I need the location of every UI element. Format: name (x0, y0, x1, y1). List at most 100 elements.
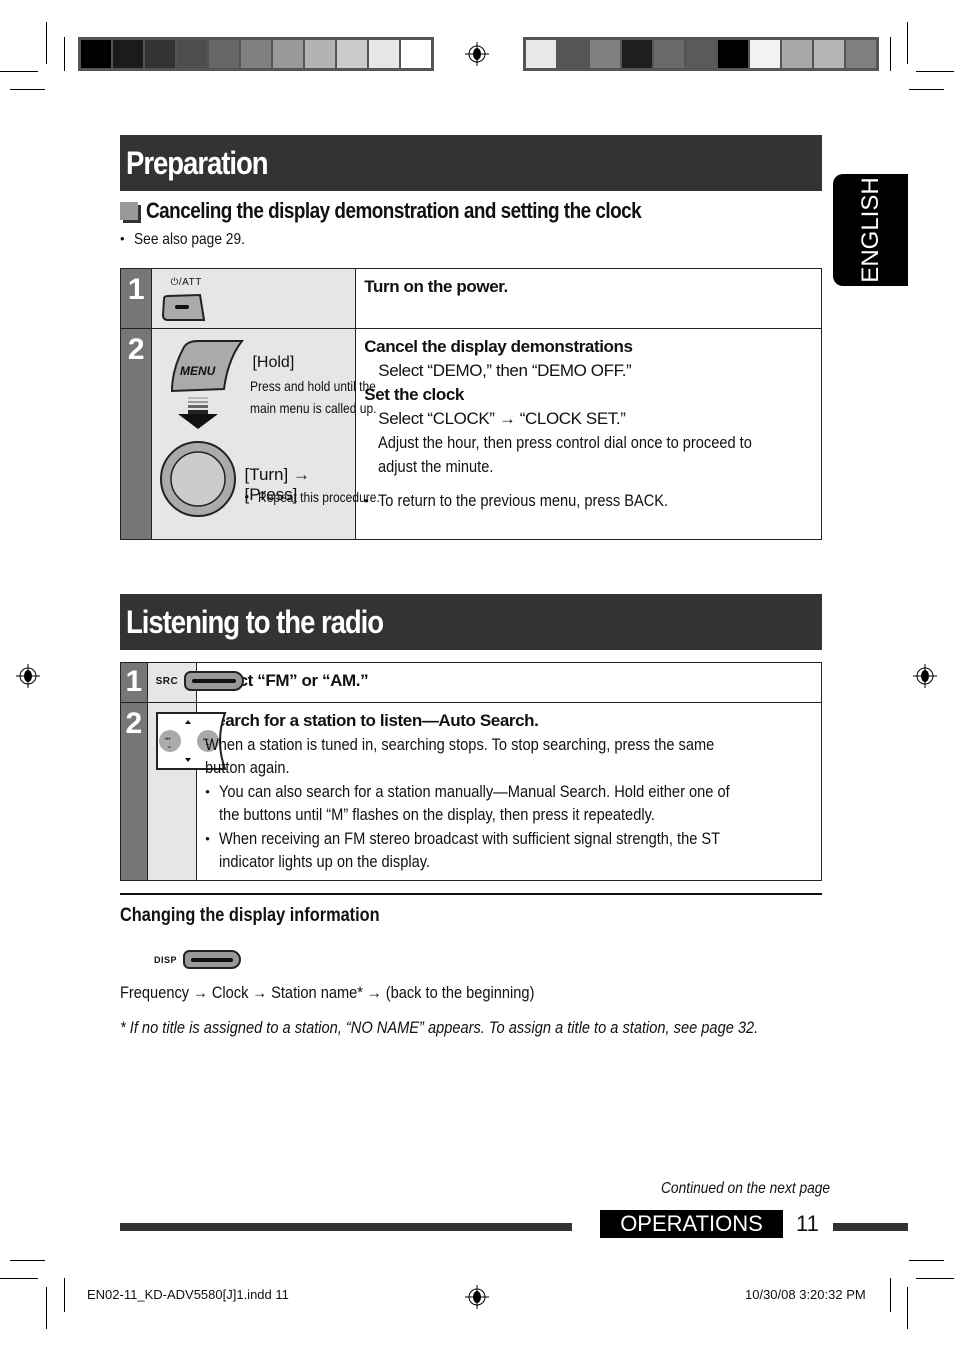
crop-mark (64, 37, 65, 71)
color-swatch (113, 40, 143, 68)
menu-button-icon: MENU (171, 340, 245, 393)
step-heading: Turn on the power. (364, 277, 508, 296)
step-line: When a station is tuned in, searching st… (205, 733, 813, 757)
preparation-steps-table: 1 ⏻/ATT Turn on the power. 2 MENU [Hold]… (119, 268, 822, 540)
square-bullet-icon (120, 202, 138, 220)
crop-mark (890, 37, 891, 71)
step-row: 2 MENU [Hold] Press and hold until the m… (119, 328, 822, 540)
display-info-heading-text: Changing the display information (120, 905, 380, 926)
step-illustration: SRC (146, 662, 244, 703)
footer-bar-left (120, 1223, 572, 1231)
see-also-note: See also page 29. (120, 231, 954, 249)
crop-mark (46, 22, 47, 64)
color-swatch (145, 40, 175, 68)
footnote-text: * If no title is assigned to a station, … (120, 1018, 759, 1037)
color-swatch (846, 40, 876, 68)
color-swatch (369, 40, 399, 68)
step-line-text: button again. (205, 758, 290, 777)
step-line-text: adjust the minute. (378, 457, 494, 476)
arrow-down-icon (178, 397, 219, 429)
color-swatch (81, 40, 111, 68)
language-tab: ENGLISH (833, 174, 908, 286)
step-text: Select “FM” or “AM.” (196, 662, 822, 703)
disp-button-icon (183, 950, 241, 969)
step-bullet: To return to the previous menu, press BA… (364, 489, 813, 513)
registration-mark-icon (465, 42, 489, 66)
crop-mark (46, 1287, 47, 1329)
hold-desc-line: main menu is called up. (250, 400, 377, 416)
crop-mark (10, 1260, 45, 1261)
section-title: Listening to the radio (126, 604, 384, 640)
hold-desc-line: Press and hold until the (250, 378, 377, 394)
power-button-icon (162, 293, 206, 321)
color-swatch (526, 40, 556, 68)
step-heading: Search for a station to listen—Auto Sear… (205, 711, 539, 730)
step-number: 1 (119, 268, 153, 329)
step-bullet-text: When receiving an FM stereo broadcast wi… (219, 828, 721, 848)
step-bullet-text: the buttons until “M” flashes on the dis… (219, 805, 656, 824)
subsection-title: Canceling the display demonstration and … (146, 198, 642, 223)
step-line-text: When a station is tuned in, searching st… (205, 734, 715, 754)
slug-filename: EN02-11_KD-ADV5580[J]1.indd 11 (87, 1287, 289, 1302)
crop-mark (64, 1278, 65, 1312)
step-line-text: Adjust the hour, then press control dial… (378, 433, 753, 452)
color-calibration-bar-right (523, 37, 879, 71)
step-illustration: ⏮ ⌄ ⏭ ⌃ (146, 702, 227, 881)
step-line: Adjust the hour, then press control dial… (364, 431, 813, 455)
step-bullet-text: indicator lights up on the display. (219, 852, 431, 871)
color-swatch (177, 40, 207, 68)
step-bullet: You can also search for a station manual… (205, 780, 813, 827)
crop-mark (0, 1278, 38, 1279)
repeat-note-text: Repeat this procedure. (258, 489, 381, 505)
step-line: Select “CLOCK” → “CLOCK SET.” (378, 409, 626, 428)
slug-datetime: 10/30/08 3:20:32 PM (745, 1287, 866, 1302)
see-also-text: See also page 29. (134, 231, 245, 248)
step-row: 1 SRC Select “FM” or “AM.” (120, 662, 822, 703)
crop-mark (10, 89, 45, 90)
color-swatch (686, 40, 716, 68)
color-calibration-bar-left (78, 37, 434, 71)
color-swatch (337, 40, 367, 68)
crop-mark (916, 71, 954, 72)
crop-mark (890, 1278, 891, 1312)
control-dial-icon (160, 441, 237, 517)
color-swatch (590, 40, 620, 68)
step-row: 1 ⏻/ATT Turn on the power. (119, 268, 822, 329)
continued-note: Continued on the next page (661, 1180, 858, 1198)
display-sequence-text: Frequency → Clock → Station name* → (bac… (120, 983, 535, 1002)
hold-description: Press and hold until the main menu is ca… (250, 375, 397, 419)
svg-text:⌄: ⌄ (166, 741, 173, 750)
display-info-heading: Changing the display information (120, 905, 422, 927)
step-heading: Cancel the display demonstrations (364, 337, 633, 356)
color-swatch (654, 40, 684, 68)
step-line: Select “DEMO,” then “DEMO OFF.” (378, 361, 632, 380)
continued-text: Continued on the next page (661, 1180, 831, 1197)
svg-text:MENU: MENU (180, 364, 216, 378)
color-swatch (558, 40, 588, 68)
section-header-radio: Listening to the radio (120, 594, 822, 650)
footer-bar-right (833, 1223, 908, 1231)
subsection-heading: Canceling the display demonstration and … (120, 198, 722, 224)
step-text: Search for a station to listen—Auto Sear… (196, 702, 822, 881)
step-illustration: ⏻/ATT (151, 268, 357, 329)
crop-mark (907, 1287, 908, 1329)
step-bullet-text: You can also search for a station manual… (219, 781, 730, 801)
color-swatch (401, 40, 431, 68)
crop-mark (907, 22, 908, 64)
registration-mark-icon (16, 664, 40, 688)
page-number: 11 (796, 1211, 819, 1236)
section-title: Preparation (126, 145, 269, 181)
radio-steps-table: 1 SRC Select “FM” or “AM.” 2 ⏮ ⌄ ⏭ ⌃ Search… (120, 662, 822, 881)
src-label: SRC (155, 676, 179, 687)
section-header-preparation: Preparation (120, 135, 822, 191)
crop-mark (909, 89, 944, 90)
step-line: button again. (205, 756, 813, 780)
crop-mark (916, 1278, 954, 1279)
language-tab-label: ENGLISH (856, 177, 884, 283)
crop-mark (909, 1260, 944, 1261)
step-number: 2 (119, 328, 153, 540)
step-text: Cancel the display demonstrations Select… (355, 328, 822, 540)
step-heading: Select “FM” or “AM.” (205, 671, 369, 690)
hold-label: [Hold] (252, 354, 295, 371)
section-label: OPERATIONS (600, 1210, 783, 1238)
